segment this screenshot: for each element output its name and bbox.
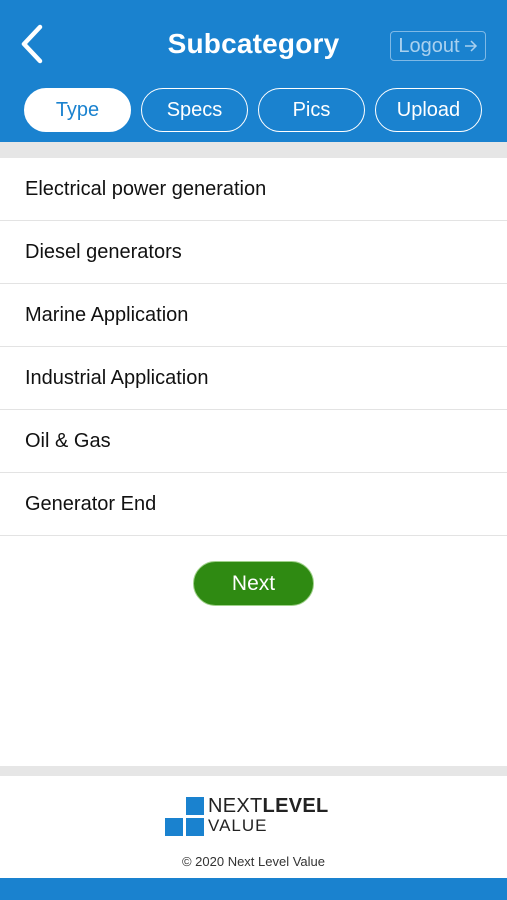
list-item-generator-end[interactable]: Generator End bbox=[0, 473, 507, 536]
list-item-oil-gas[interactable]: Oil & Gas bbox=[0, 410, 507, 473]
tab-specs[interactable]: Specs bbox=[141, 88, 248, 132]
logo-wordmark-top: NEXTLEVEL bbox=[208, 795, 329, 817]
app-screen: Subcategory Logout Type Specs Pics Uploa… bbox=[0, 0, 507, 900]
list-item-diesel-generators[interactable]: Diesel generators bbox=[0, 221, 507, 284]
tab-bar: Type Specs Pics Upload bbox=[24, 88, 484, 133]
bottom-divider bbox=[0, 766, 507, 776]
subcategory-list: Electrical power generation Diesel gener… bbox=[0, 158, 507, 536]
next-button[interactable]: Next bbox=[193, 561, 314, 606]
top-divider bbox=[0, 142, 507, 158]
list-item-marine-application[interactable]: Marine Application bbox=[0, 284, 507, 347]
arrow-right-icon bbox=[464, 40, 477, 52]
logo-squares-icon bbox=[165, 797, 207, 837]
list-item-industrial-application[interactable]: Industrial Application bbox=[0, 347, 507, 410]
list-item-electrical-power-generation[interactable]: Electrical power generation bbox=[0, 158, 507, 221]
bottom-bar bbox=[0, 878, 507, 900]
logo-wordmark-bottom: VALUE bbox=[208, 816, 268, 835]
copyright-text: © 2020 Next Level Value bbox=[181, 854, 326, 869]
tab-upload[interactable]: Upload bbox=[375, 88, 482, 132]
logout-label: Logout bbox=[398, 34, 460, 57]
tab-type[interactable]: Type bbox=[24, 88, 131, 132]
tab-pics[interactable]: Pics bbox=[258, 88, 365, 132]
header-bar: Subcategory Logout Type Specs Pics Uploa… bbox=[0, 0, 507, 142]
logout-button[interactable]: Logout bbox=[390, 31, 486, 61]
brand-logo: NEXTLEVEL VALUE bbox=[165, 795, 345, 837]
